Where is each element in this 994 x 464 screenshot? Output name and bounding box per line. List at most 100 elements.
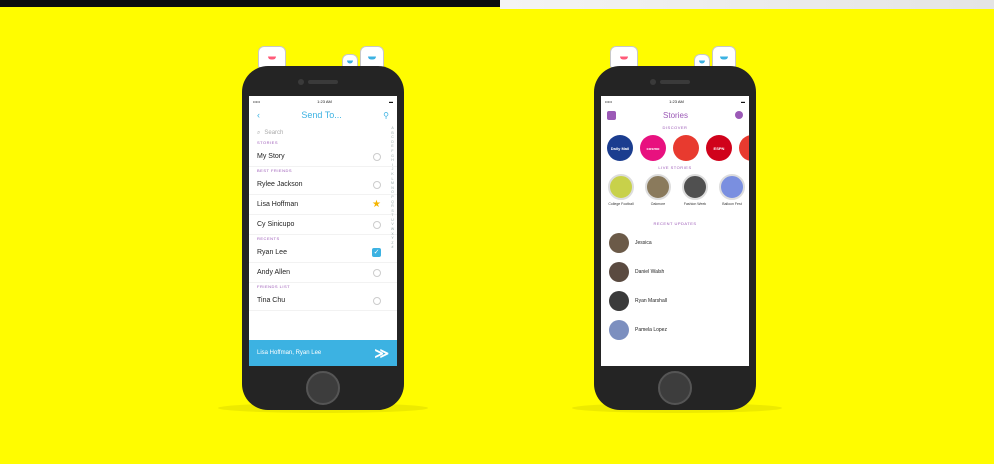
section-label: RECENTS [257,236,280,241]
home-button[interactable] [658,371,692,405]
live-story[interactable]: Balloon Fest [718,174,746,218]
recipient-name: Ryan Lee [257,249,287,256]
live-story[interactable]: Oakmore [644,174,672,218]
discover-channel[interactable] [739,135,749,161]
avatar [609,319,629,340]
discover-channel[interactable] [673,135,699,161]
search-bar[interactable]: ⌕ Search [257,127,389,139]
section-label-recent: RECENT UPDATES [653,221,697,226]
top-bar-dark [0,0,500,7]
best-friend-star-icon[interactable]: ★ [372,199,381,210]
recipient-name: My Story [257,153,285,160]
search-input[interactable]: Search [264,130,283,136]
live-story[interactable]: College Football [607,174,635,218]
phone-camera [298,79,304,85]
live-story-label: College Football [608,202,634,206]
recent-update-row[interactable]: Daniel Walsh [601,257,749,286]
phone-camera [650,79,656,85]
back-chevron-icon[interactable]: ‹ [257,110,260,120]
send-to-screen: ••••• 1:23 AM ▬ ‹ Send To... ⚲ ⌕ Search … [249,96,397,366]
avatar [609,290,629,311]
ghost-icon [610,46,638,68]
recipient-row[interactable]: Rylee Jackson [249,175,397,195]
send-arrow-icon[interactable]: ≫ [374,345,389,362]
status-bar: ••••• 1:23 AM ▬ [249,96,397,106]
select-circle-icon[interactable] [373,296,381,305]
live-story-label: Fashion Week [683,202,707,206]
stories-screen: ••••• 1:23 AM ▬ Stories DISCOVER Daily M… [601,96,749,366]
ghost-icon [712,46,736,68]
select-circle-icon[interactable] [373,268,381,277]
recipient-name: Cy Sinicupo [257,221,295,228]
live-story[interactable]: Fashion Week [681,174,709,218]
section-label: STORIES [257,140,278,145]
add-friend-icon[interactable]: ⚲ [383,111,389,120]
stories-header: Stories [601,106,749,124]
alphabet-index[interactable]: A B C D E F G H I J K L M N O P Q R S T U V W X Y Z # [390,126,395,250]
section-label: FRIENDS LIST [257,284,291,289]
recipient-row[interactable]: Tina Chu [249,291,397,311]
recent-update-row[interactable]: Pamela Lopez [601,315,749,344]
recent-update-name: Pamela Lopez [635,326,667,333]
battery-icon: ▬ [389,98,393,104]
recipient-list: STORIES My Story BEST FRIENDS Rylee Jackson… [249,139,397,311]
ghost-icon [360,46,384,68]
ghost-mascots [598,42,748,68]
camera-nav-icon[interactable] [607,110,616,120]
signal-indicator: ••••• [253,98,261,104]
page-title: Send To... [301,110,342,120]
page-title: Stories [663,110,688,120]
recipient-row[interactable]: Ryan Lee ✓ [249,243,397,263]
recipient-row[interactable]: Cy Sinicupo [249,215,397,235]
status-time: 1:23 AM [317,98,332,104]
discover-row: Daily Mail cosmo ESPN [601,132,749,164]
recent-update-row[interactable]: Jessica [601,228,749,257]
live-story-thumbnail [608,174,634,200]
recipient-row[interactable]: Lisa Hoffman ★ [249,195,397,215]
section-label-live: LIVE STORIES [658,165,692,170]
home-button[interactable] [306,371,340,405]
phone-left: ••••• 1:23 AM ▬ ‹ Send To... ⚲ ⌕ Search … [242,66,404,410]
phone-speaker [660,80,690,84]
section-label: BEST FRIENDS [257,168,293,173]
send-to-header: ‹ Send To... ⚲ [249,106,397,124]
top-bar [0,0,994,10]
live-stories-row: College Football Oakmore Fashion Week Ballo… [601,172,749,220]
signal-indicator: ••••• [605,98,613,104]
discover-channel[interactable]: Daily Mail [607,135,633,161]
recent-update-name: Daniel Walsh [635,268,665,275]
ghost-mascots [246,42,396,68]
recipient-row[interactable]: Andy Allen [249,263,397,283]
recent-update-name: Ryan Marshall [635,297,667,304]
phone-speaker [308,80,338,84]
ghost-icon [258,46,286,68]
live-story-label: Balloon Fest [722,202,742,206]
status-time: 1:23 AM [669,98,684,104]
battery-icon: ▬ [741,98,745,104]
phone-right: ••••• 1:23 AM ▬ Stories DISCOVER Daily M… [594,66,756,410]
recipient-name: Tina Chu [257,297,286,304]
discover-channel[interactable]: ESPN [706,135,732,161]
recipient-name: Lisa Hoffman [257,201,299,208]
search-icon: ⌕ [257,129,261,136]
checkbox-checked-icon[interactable]: ✓ [372,248,381,257]
recent-updates-list: Jessica Daniel Walsh Ryan Marshall Pamela L… [601,228,749,344]
send-bar[interactable]: Lisa Hoffman, Ryan Lee ≫ [249,340,397,366]
discover-channel[interactable]: cosmo [640,135,666,161]
select-circle-icon[interactable] [373,220,381,229]
section-label-discover: DISCOVER [662,125,688,130]
recent-update-name: Jessica [635,239,652,246]
recent-update-row[interactable]: Ryan Marshall [601,286,749,315]
top-bar-light [500,0,994,9]
avatar [609,261,629,282]
live-story-label: Oakmore [650,202,666,206]
select-circle-icon[interactable] [373,180,381,189]
live-story-thumbnail [645,174,671,200]
selected-recipients: Lisa Hoffman, Ryan Lee [257,350,322,356]
live-story-thumbnail [719,174,745,200]
recipient-row[interactable]: My Story [249,147,397,167]
alphabet-letter[interactable]: # [390,245,395,250]
discover-nav-icon[interactable] [735,111,743,119]
avatar [609,232,629,253]
select-circle-icon[interactable] [373,152,381,161]
